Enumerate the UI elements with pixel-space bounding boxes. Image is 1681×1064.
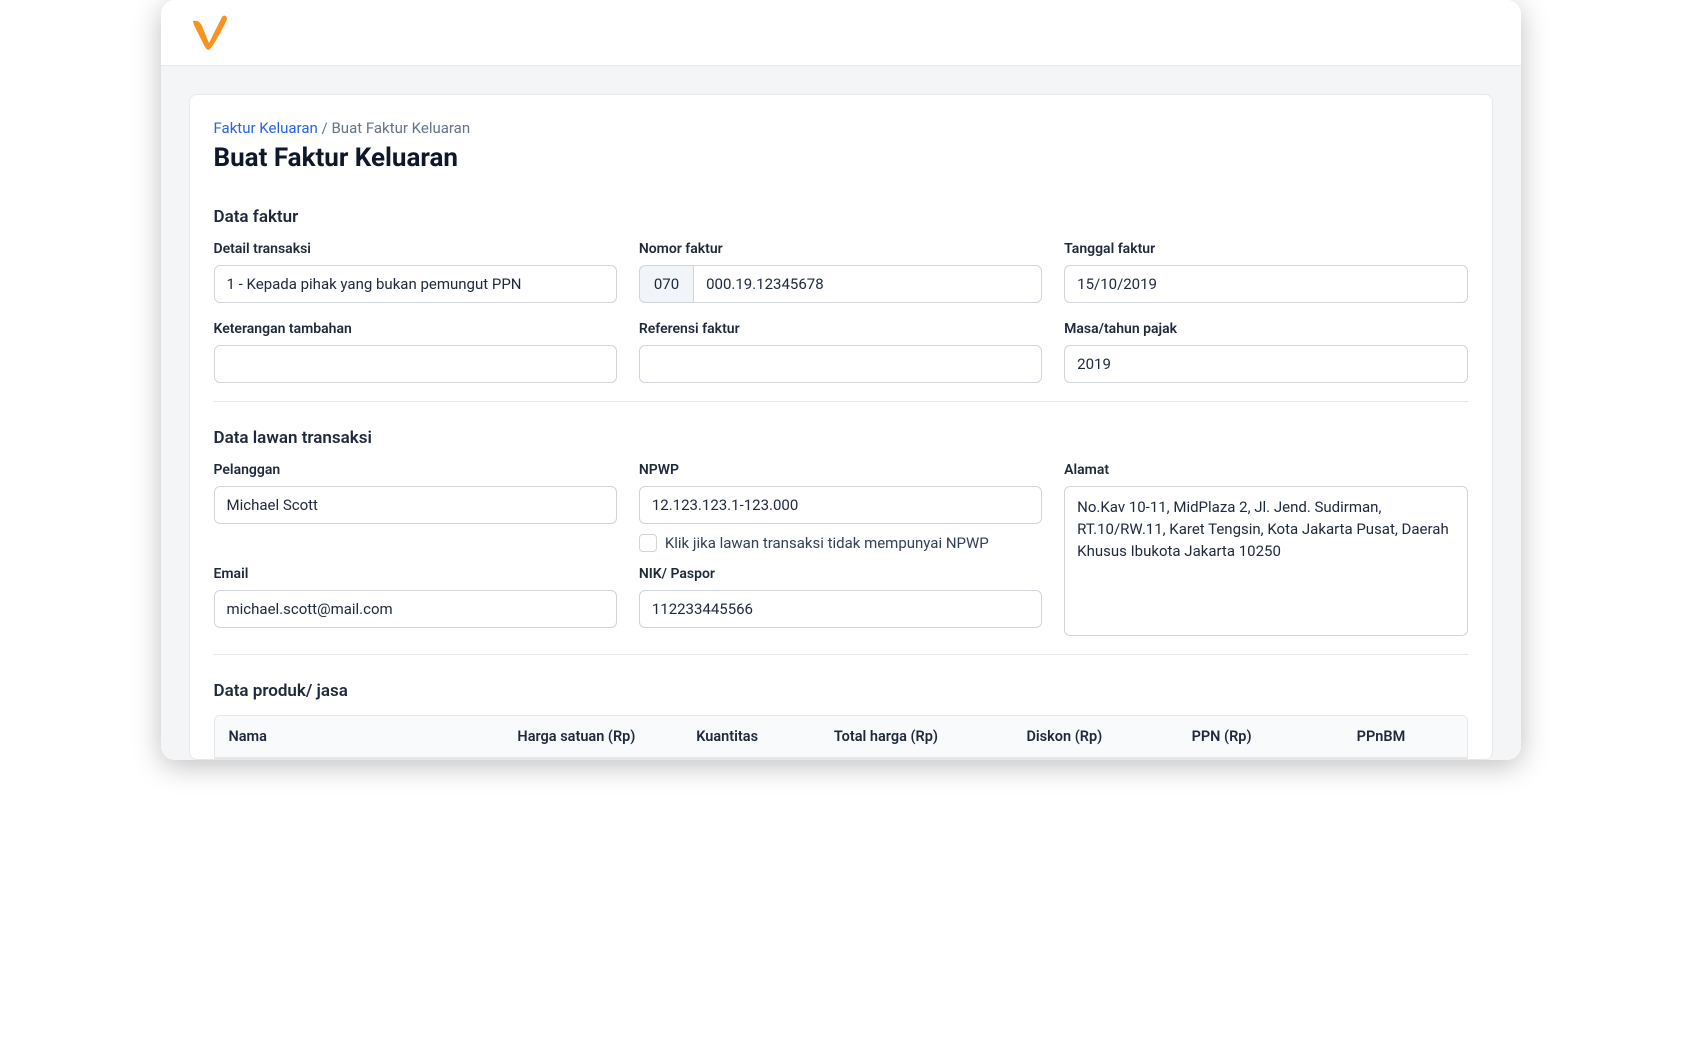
lawan-row: Pelanggan Michael Scott Email michael.sc… xyxy=(214,462,1468,636)
field-npwp: NPWP 12.123.123.1-123.000 Klik jika lawa… xyxy=(639,462,1042,552)
lawan-col-2: NPWP 12.123.123.1-123.000 Klik jika lawa… xyxy=(639,462,1042,628)
app-window: Faktur Keluaran / Buat Faktur Keluaran B… xyxy=(161,0,1521,760)
input-masa-tahun-pajak[interactable]: 2019 xyxy=(1064,345,1467,383)
col-header-diskon: Diskon (Rp) xyxy=(1012,716,1177,757)
input-tanggal-faktur[interactable]: 15/10/2019 xyxy=(1064,265,1467,303)
field-nomor-faktur: Nomor faktur 070 000.19.12345678 xyxy=(639,241,1042,303)
label-nomor-faktur: Nomor faktur xyxy=(639,241,1042,257)
input-email[interactable]: michael.scott@mail.com xyxy=(214,590,617,628)
col-header-total-harga: Total harga (Rp) xyxy=(820,716,1013,757)
input-detail-transaksi[interactable]: 1 - Kepada pihak yang bukan pemungut PPN xyxy=(214,265,617,303)
label-tanggal-faktur: Tanggal faktur xyxy=(1064,241,1467,257)
field-pelanggan: Pelanggan Michael Scott xyxy=(214,462,617,524)
label-alamat: Alamat xyxy=(1064,462,1467,478)
field-alamat: Alamat No.Kav 10-11, MidPlaza 2, Jl. Jen… xyxy=(1064,462,1467,636)
input-pelanggan[interactable]: Michael Scott xyxy=(214,486,617,524)
input-group-nomor-faktur: 070 000.19.12345678 xyxy=(639,265,1042,303)
divider xyxy=(214,401,1468,402)
input-referensi-faktur[interactable] xyxy=(639,345,1042,383)
label-pelanggan: Pelanggan xyxy=(214,462,617,478)
label-npwp: NPWP xyxy=(639,462,1042,478)
label-detail-transaksi: Detail transaksi xyxy=(214,241,617,257)
checkbox-label-no-npwp: Klik jika lawan transaksi tidak mempunya… xyxy=(665,534,989,552)
breadcrumb-root-link[interactable]: Faktur Keluaran xyxy=(214,119,318,137)
checkbox-row-no-npwp: Klik jika lawan transaksi tidak mempunya… xyxy=(639,534,1042,552)
divider xyxy=(214,654,1468,655)
faktur-row-2: Keterangan tambahan Referensi faktur Mas… xyxy=(214,321,1468,383)
input-npwp[interactable]: 12.123.123.1-123.000 xyxy=(639,486,1042,524)
lawan-col-1: Pelanggan Michael Scott Email michael.sc… xyxy=(214,462,617,628)
col-header-nama: Nama xyxy=(215,716,504,757)
input-prefix-nomor-faktur: 070 xyxy=(639,265,693,303)
field-nik: NIK/ Paspor 112233445566 xyxy=(639,566,1042,628)
col-header-ppnbm: PPnBM xyxy=(1343,716,1467,757)
field-masa-tahun-pajak: Masa/tahun pajak 2019 xyxy=(1064,321,1467,383)
breadcrumb: Faktur Keluaran / Buat Faktur Keluaran xyxy=(214,119,1468,137)
label-masa-tahun-pajak: Masa/tahun pajak xyxy=(1064,321,1467,337)
label-keterangan-tambahan: Keterangan tambahan xyxy=(214,321,617,337)
section-title-faktur: Data faktur xyxy=(214,207,1468,227)
page-body: Faktur Keluaran / Buat Faktur Keluaran B… xyxy=(161,66,1521,760)
checkbox-no-npwp[interactable] xyxy=(639,534,657,552)
label-nik: NIK/ Paspor xyxy=(639,566,1042,582)
textarea-alamat[interactable]: No.Kav 10-11, MidPlaza 2, Jl. Jend. Sudi… xyxy=(1064,486,1467,636)
breadcrumb-current: Buat Faktur Keluaran xyxy=(331,119,470,137)
field-detail-transaksi: Detail transaksi 1 - Kepada pihak yang b… xyxy=(214,241,617,303)
form-card: Faktur Keluaran / Buat Faktur Keluaran B… xyxy=(189,94,1493,760)
input-nik[interactable]: 112233445566 xyxy=(639,590,1042,628)
section-title-produk: Data produk/ jasa xyxy=(214,681,1468,701)
section-title-lawan: Data lawan transaksi xyxy=(214,428,1468,448)
col-header-harga-satuan: Harga satuan (Rp) xyxy=(503,716,682,757)
label-email: Email xyxy=(214,566,617,582)
product-table-header: Nama Harga satuan (Rp) Kuantitas Total h… xyxy=(215,716,1467,758)
field-keterangan-tambahan: Keterangan tambahan xyxy=(214,321,617,383)
field-tanggal-faktur: Tanggal faktur 15/10/2019 xyxy=(1064,241,1467,303)
topbar xyxy=(161,0,1521,66)
faktur-row-1: Detail transaksi 1 - Kepada pihak yang b… xyxy=(214,241,1468,303)
label-referensi-faktur: Referensi faktur xyxy=(639,321,1042,337)
field-referensi-faktur: Referensi faktur xyxy=(639,321,1042,383)
breadcrumb-separator: / xyxy=(322,119,328,137)
input-keterangan-tambahan[interactable] xyxy=(214,345,617,383)
app-logo-icon xyxy=(189,15,229,51)
field-email: Email michael.scott@mail.com xyxy=(214,566,617,628)
col-header-kuantitas: Kuantitas xyxy=(682,716,820,757)
input-nomor-faktur[interactable]: 000.19.12345678 xyxy=(693,265,1042,303)
col-header-ppn: PPN (Rp) xyxy=(1178,716,1343,757)
page-title: Buat Faktur Keluaran xyxy=(214,143,1468,173)
product-table: Nama Harga satuan (Rp) Kuantitas Total h… xyxy=(214,715,1468,759)
